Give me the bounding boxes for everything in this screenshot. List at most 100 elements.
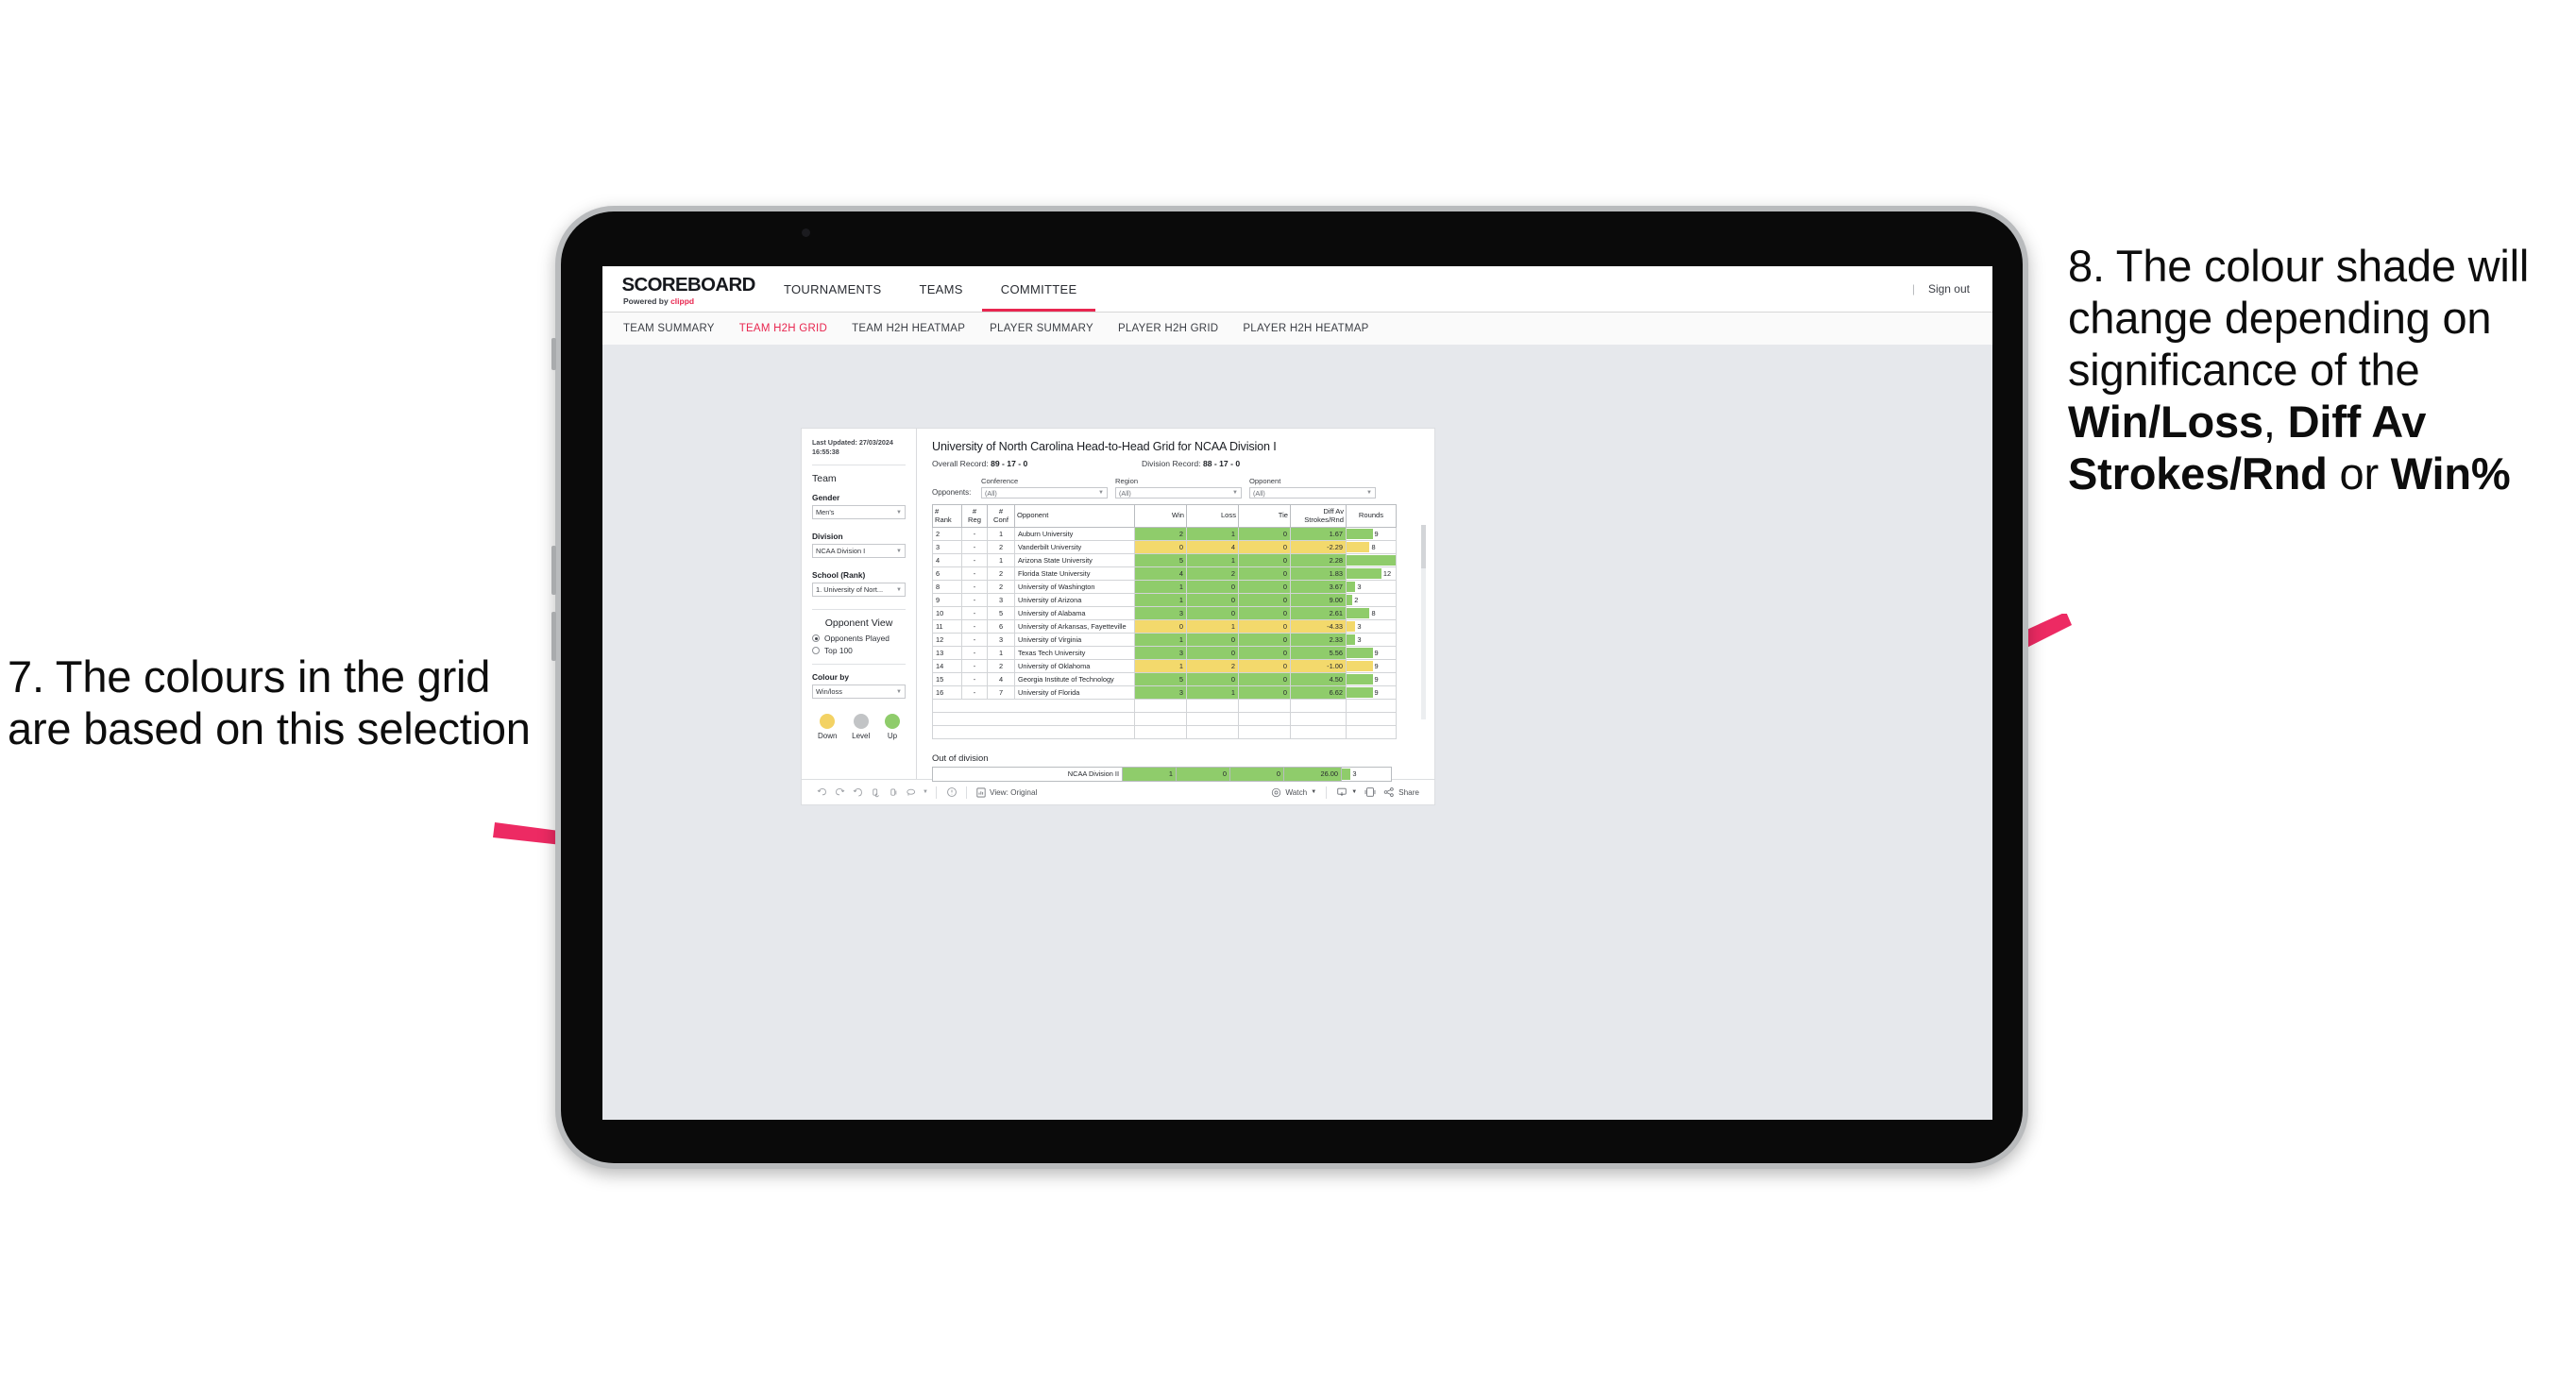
cell-conf[interactable]: 1 bbox=[987, 646, 1015, 661]
cell-diff[interactable]: -2.29 bbox=[1290, 540, 1347, 555]
revert-icon[interactable] bbox=[849, 784, 867, 802]
cell-rounds[interactable]: 8 bbox=[1346, 540, 1397, 555]
cell-tie[interactable]: 0 bbox=[1238, 593, 1291, 608]
cell-rounds[interactable]: 9 bbox=[1346, 672, 1397, 687]
table-row[interactable]: 2-1 Auburn University 2 1 0 1.67 9 bbox=[932, 527, 1397, 542]
cell-tie[interactable]: 0 bbox=[1238, 646, 1291, 661]
table-row[interactable]: 6-2 Florida State University 4 2 0 1.83 12 bbox=[932, 566, 1397, 582]
grid-scrollbar[interactable] bbox=[1421, 525, 1426, 719]
volume-down-button[interactable] bbox=[551, 612, 556, 661]
cell-reg[interactable]: - bbox=[961, 566, 988, 582]
cell-reg[interactable]: - bbox=[961, 553, 988, 568]
cell-win[interactable]: 4 bbox=[1134, 566, 1187, 582]
cell-out-tie[interactable]: 0 bbox=[1229, 767, 1284, 783]
cell-win[interactable]: 1 bbox=[1134, 659, 1187, 674]
cell-reg[interactable]: - bbox=[961, 646, 988, 661]
cell-win[interactable]: 1 bbox=[1134, 593, 1187, 608]
cell-opponent[interactable]: University of Arkansas, Fayetteville bbox=[1014, 619, 1135, 634]
cell-rank[interactable]: 14 bbox=[932, 659, 962, 674]
cell-rank[interactable]: 15 bbox=[932, 672, 962, 687]
cell-out-diff[interactable]: 26.00 bbox=[1283, 767, 1342, 783]
out-of-division-row[interactable]: NCAA Division II 1 0 0 26.00 3 bbox=[932, 767, 1392, 783]
cell-rounds[interactable]: 9 bbox=[1346, 685, 1397, 701]
col-header-loss[interactable]: Loss bbox=[1186, 503, 1239, 529]
cell-diff[interactable]: 1.67 bbox=[1290, 527, 1347, 542]
cell-diff[interactable]: 2.33 bbox=[1290, 633, 1347, 648]
cell-conf[interactable]: 5 bbox=[987, 606, 1015, 621]
subnav-item-player-h2h-heatmap[interactable]: PLAYER H2H HEATMAP bbox=[1243, 323, 1368, 334]
table-row[interactable]: 15-4 Georgia Institute of Technology 5 0 0 4.… bbox=[932, 672, 1397, 687]
cell-win[interactable]: 1 bbox=[1134, 633, 1187, 648]
subnav-item-team-h2h-heatmap[interactable]: TEAM H2H HEATMAP bbox=[852, 323, 965, 334]
cell-rank[interactable]: 12 bbox=[932, 633, 962, 648]
cell-loss[interactable]: 0 bbox=[1186, 633, 1239, 648]
col-header-opponent[interactable]: Opponent bbox=[1014, 503, 1135, 529]
power-button[interactable] bbox=[551, 338, 556, 370]
filter-region-select[interactable]: (All) ▼ bbox=[1115, 487, 1242, 499]
cell-diff[interactable]: -4.33 bbox=[1290, 619, 1347, 634]
cell-diff[interactable]: 5.56 bbox=[1290, 646, 1347, 661]
cell-opponent[interactable]: Vanderbilt University bbox=[1014, 540, 1135, 555]
cell-reg[interactable]: - bbox=[961, 540, 988, 555]
cell-tie[interactable]: 0 bbox=[1238, 606, 1291, 621]
col-header-rank[interactable]: # Rank bbox=[932, 503, 962, 529]
cell-reg[interactable]: - bbox=[961, 685, 988, 701]
table-row[interactable]: 3-2 Vanderbilt University 0 4 0 -2.29 8 bbox=[932, 540, 1397, 555]
cell-opponent[interactable]: University of Oklahoma bbox=[1014, 659, 1135, 674]
table-row[interactable]: 8-2 University of Washington 1 0 0 3.67 3 bbox=[932, 580, 1397, 595]
cell-rank[interactable]: 6 bbox=[932, 566, 962, 582]
cell-win[interactable]: 0 bbox=[1134, 619, 1187, 634]
cell-rank[interactable]: 9 bbox=[932, 593, 962, 608]
subnav-item-player-summary[interactable]: PLAYER SUMMARY bbox=[990, 323, 1093, 334]
cell-out-loss[interactable]: 0 bbox=[1176, 767, 1230, 783]
cell-win[interactable]: 1 bbox=[1134, 580, 1187, 595]
cell-loss[interactable]: 1 bbox=[1186, 527, 1239, 542]
watch-button[interactable]: Watch ▼ bbox=[1267, 787, 1320, 798]
cell-rank[interactable]: 2 bbox=[932, 527, 962, 542]
radio-opponents-played[interactable]: Opponents Played bbox=[812, 634, 906, 643]
cell-loss[interactable]: 1 bbox=[1186, 685, 1239, 701]
cell-tie[interactable]: 0 bbox=[1238, 540, 1291, 555]
table-row[interactable]: 10-5 University of Alabama 3 0 0 2.61 8 bbox=[932, 606, 1397, 621]
col-header-diff[interactable]: Diff Av Strokes/Rnd bbox=[1290, 503, 1347, 529]
grid-scrollbar-thumb[interactable] bbox=[1421, 525, 1426, 568]
cell-rounds[interactable]: 3 bbox=[1346, 619, 1397, 634]
cell-tie[interactable]: 0 bbox=[1238, 685, 1291, 701]
cell-tie[interactable]: 0 bbox=[1238, 633, 1291, 648]
col-header-tie[interactable]: Tie bbox=[1238, 503, 1291, 529]
cell-reg[interactable]: - bbox=[961, 659, 988, 674]
chevron-down-icon[interactable]: ▼ bbox=[921, 784, 930, 802]
cell-opponent[interactable]: Georgia Institute of Technology bbox=[1014, 672, 1135, 687]
cell-rank[interactable]: 3 bbox=[932, 540, 962, 555]
cell-conf[interactable]: 2 bbox=[987, 580, 1015, 595]
cell-tie[interactable]: 0 bbox=[1238, 566, 1291, 582]
undo-icon[interactable] bbox=[813, 784, 831, 802]
lasso-icon[interactable] bbox=[903, 784, 921, 802]
table-row[interactable]: 16-7 University of Florida 3 1 0 6.62 9 bbox=[932, 685, 1397, 701]
table-row[interactable]: 9-3 University of Arizona 1 0 0 9.00 2 bbox=[932, 593, 1397, 608]
view-original-button[interactable]: View: Original bbox=[973, 787, 1041, 798]
table-row[interactable]: 13-1 Texas Tech University 3 0 0 5.56 9 bbox=[932, 646, 1397, 661]
cell-tie[interactable]: 0 bbox=[1238, 580, 1291, 595]
cell-diff[interactable]: 4.50 bbox=[1290, 672, 1347, 687]
cell-rounds[interactable]: 3 bbox=[1346, 633, 1397, 648]
nav-item-teams[interactable]: TEAMS bbox=[900, 266, 981, 312]
cell-win[interactable]: 3 bbox=[1134, 685, 1187, 701]
cell-opponent[interactable]: Texas Tech University bbox=[1014, 646, 1135, 661]
cell-diff[interactable]: 2.28 bbox=[1290, 553, 1347, 568]
table-row[interactable]: 14-2 University of Oklahoma 1 2 0 -1.00 9 bbox=[932, 659, 1397, 674]
cell-conf[interactable]: 2 bbox=[987, 659, 1015, 674]
cell-conf[interactable]: 2 bbox=[987, 540, 1015, 555]
subnav-item-player-h2h-grid[interactable]: PLAYER H2H GRID bbox=[1118, 323, 1218, 334]
cell-diff[interactable]: 6.62 bbox=[1290, 685, 1347, 701]
download-button[interactable]: ▼ bbox=[1332, 786, 1361, 798]
cell-loss[interactable]: 2 bbox=[1186, 659, 1239, 674]
table-row[interactable]: 4-1Arizona State University5102.2817 bbox=[932, 553, 1397, 568]
cell-loss[interactable]: 0 bbox=[1186, 646, 1239, 661]
cell-reg[interactable]: - bbox=[961, 619, 988, 634]
col-header-win[interactable]: Win bbox=[1134, 503, 1187, 529]
cell-win[interactable]: 5 bbox=[1134, 672, 1187, 687]
radio-top-100[interactable]: Top 100 bbox=[812, 646, 906, 655]
cell-reg[interactable]: - bbox=[961, 527, 988, 542]
cell-reg[interactable]: - bbox=[961, 580, 988, 595]
